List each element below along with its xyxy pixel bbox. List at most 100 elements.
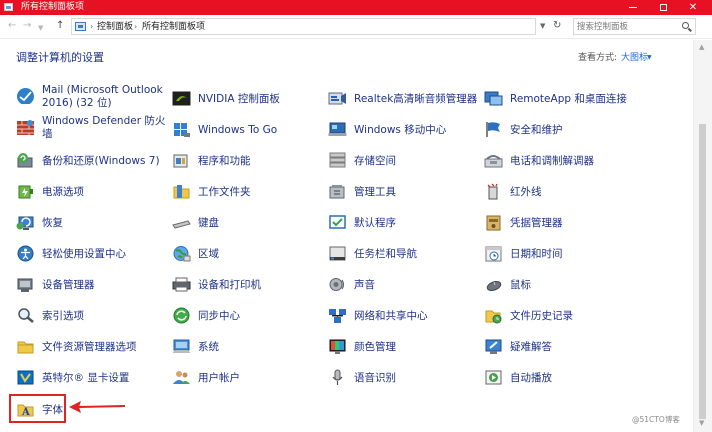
intel-graphics-icon <box>17 370 34 385</box>
item-taskbar[interactable]: 任务栏和导航 <box>328 239 478 267</box>
phone-modem-icon <box>484 155 503 168</box>
item-label: 电源选项 <box>42 186 84 198</box>
close-button[interactable]: ✕ <box>678 0 708 15</box>
item-default-programs[interactable]: 默认程序 <box>328 208 478 236</box>
item-label: 轻松使用设置中心 <box>42 248 126 260</box>
search-input[interactable] <box>577 20 679 33</box>
annotation-highlight-box <box>9 394 66 423</box>
breadcrumb-separator-icon[interactable]: › <box>134 21 137 33</box>
minimize-button[interactable] <box>618 0 648 15</box>
printer-icon <box>172 277 191 292</box>
item-user-accounts[interactable]: 用户帐户 <box>172 363 322 391</box>
region-icon <box>173 246 191 262</box>
item-phone-modem[interactable]: 电话和调制解调器 <box>484 146 634 174</box>
item-recovery[interactable]: 恢复 <box>16 208 166 236</box>
item-ease-of-access[interactable]: 轻松使用设置中心 <box>16 239 166 267</box>
item-label: 备份和还原(Windows 7) <box>42 155 160 167</box>
item-work-folders[interactable]: 工作文件夹 <box>172 177 322 205</box>
item-intel-graphics[interactable]: 英特尔® 显卡设置 <box>16 363 166 391</box>
item-nvidia[interactable]: NVIDIA 控制面板 <box>172 84 322 112</box>
windows-to-go-icon <box>174 123 190 137</box>
device-manager-icon <box>17 278 33 292</box>
address-dropdown-icon[interactable]: ▼ <box>540 22 545 30</box>
search-box[interactable] <box>573 18 696 35</box>
scroll-up-arrow-icon[interactable]: ▲ <box>699 43 704 51</box>
chevron-down-icon[interactable]: ▼ <box>647 54 652 62</box>
item-device-manager[interactable]: 设备管理器 <box>16 270 166 298</box>
sync-icon <box>173 307 190 324</box>
item-troubleshooting[interactable]: 疑难解答 <box>484 332 634 360</box>
item-system[interactable]: 系统 <box>172 332 322 360</box>
item-infrared[interactable]: 红外线 <box>484 177 634 205</box>
item-mail[interactable]: Mail (Microsoft Outlook 2016) (32 位) <box>16 84 166 112</box>
item-programs[interactable]: 程序和功能 <box>172 146 322 174</box>
item-realtek[interactable]: Realtek高清晰音频管理器 <box>328 84 478 112</box>
scrollbar-thumb[interactable] <box>699 124 706 419</box>
item-credential[interactable]: 凭据管理器 <box>484 208 634 236</box>
item-label: 红外线 <box>510 186 542 198</box>
item-explorer-options[interactable]: 文件资源管理器选项 <box>16 332 166 360</box>
breadcrumb-all-items[interactable]: 所有控制面板项 <box>142 21 205 33</box>
item-security[interactable]: 安全和维护 <box>484 115 634 143</box>
item-backup[interactable]: 备份和还原(Windows 7) <box>16 146 166 174</box>
item-firewall[interactable]: Windows Defender 防火墙 <box>16 115 166 143</box>
item-date-time[interactable]: 日期和时间 <box>484 239 634 267</box>
taskbar-icon <box>329 246 346 261</box>
item-keyboard[interactable]: 键盘 <box>172 208 322 236</box>
item-label: Windows Defender 防火墙 <box>42 115 166 140</box>
search-icon[interactable] <box>682 22 689 29</box>
item-label: 同步中心 <box>198 310 240 322</box>
system-icon <box>172 339 191 353</box>
item-label: Windows 移动中心 <box>354 124 447 136</box>
ease-of-access-icon <box>17 245 34 262</box>
view-by-label: 查看方式: <box>578 53 618 63</box>
item-label: 自动播放 <box>510 372 552 384</box>
item-color-management[interactable]: 颜色管理 <box>328 332 478 360</box>
programs-icon <box>173 154 188 168</box>
item-indexing[interactable]: 索引选项 <box>16 301 166 329</box>
item-mobility-center[interactable]: Windows 移动中心 <box>328 115 478 143</box>
item-label: 文件资源管理器选项 <box>42 341 137 353</box>
item-mouse[interactable]: 鼠标 <box>484 270 634 298</box>
refresh-icon[interactable]: ↻ <box>553 20 561 32</box>
indexing-icon <box>18 308 34 323</box>
breadcrumb-separator-icon[interactable]: › <box>90 21 93 33</box>
item-label: 设备管理器 <box>42 279 95 291</box>
item-windows-to-go[interactable]: Windows To Go <box>172 115 322 143</box>
item-network-sharing[interactable]: 网络和共享中心 <box>328 301 478 329</box>
mail-icon <box>17 88 34 104</box>
maximize-button[interactable] <box>648 0 678 15</box>
item-admin-tools[interactable]: 管理工具 <box>328 177 478 205</box>
network-icon <box>329 309 346 323</box>
autoplay-icon <box>485 370 502 385</box>
item-storage[interactable]: 存储空间 <box>328 146 478 174</box>
explorer-options-icon <box>17 341 34 354</box>
back-arrow-icon[interactable]: ← <box>8 20 16 32</box>
item-file-history[interactable]: 文件历史记录 <box>484 301 634 329</box>
breadcrumb-control-panel[interactable]: 控制面板 <box>97 21 133 33</box>
item-devices-printers[interactable]: 设备和打印机 <box>172 270 322 298</box>
up-arrow-icon[interactable]: ↑ <box>56 20 64 32</box>
item-sync-center[interactable]: 同步中心 <box>172 301 322 329</box>
maximize-icon <box>659 3 667 11</box>
item-region[interactable]: 区域 <box>172 239 322 267</box>
default-programs-icon <box>329 215 346 229</box>
forward-arrow-icon[interactable]: → <box>23 20 31 32</box>
mouse-icon <box>486 281 502 291</box>
firewall-icon <box>17 120 34 135</box>
keyboard-icon <box>172 220 191 229</box>
view-by-dropdown[interactable]: 大图标 <box>621 52 648 64</box>
scroll-down-arrow-icon[interactable]: ▼ <box>699 419 704 427</box>
address-bar[interactable]: › 控制面板 › 所有控制面板项 <box>71 18 536 35</box>
item-power[interactable]: 电源选项 <box>16 177 166 205</box>
sound-icon <box>329 278 345 291</box>
recent-locations-chevron-icon[interactable]: ▼ <box>38 22 43 34</box>
infrared-icon <box>487 183 498 200</box>
item-label: Windows To Go <box>198 124 278 136</box>
title-bar: 所有控制面板项 ✕ <box>0 0 712 15</box>
item-speech-recognition[interactable]: 语音识别 <box>328 363 478 391</box>
item-sound[interactable]: 声音 <box>328 270 478 298</box>
item-autoplay[interactable]: 自动播放 <box>484 363 634 391</box>
backup-icon <box>17 153 33 168</box>
item-remoteapp[interactable]: RemoteApp 和桌面连接 <box>484 84 634 112</box>
